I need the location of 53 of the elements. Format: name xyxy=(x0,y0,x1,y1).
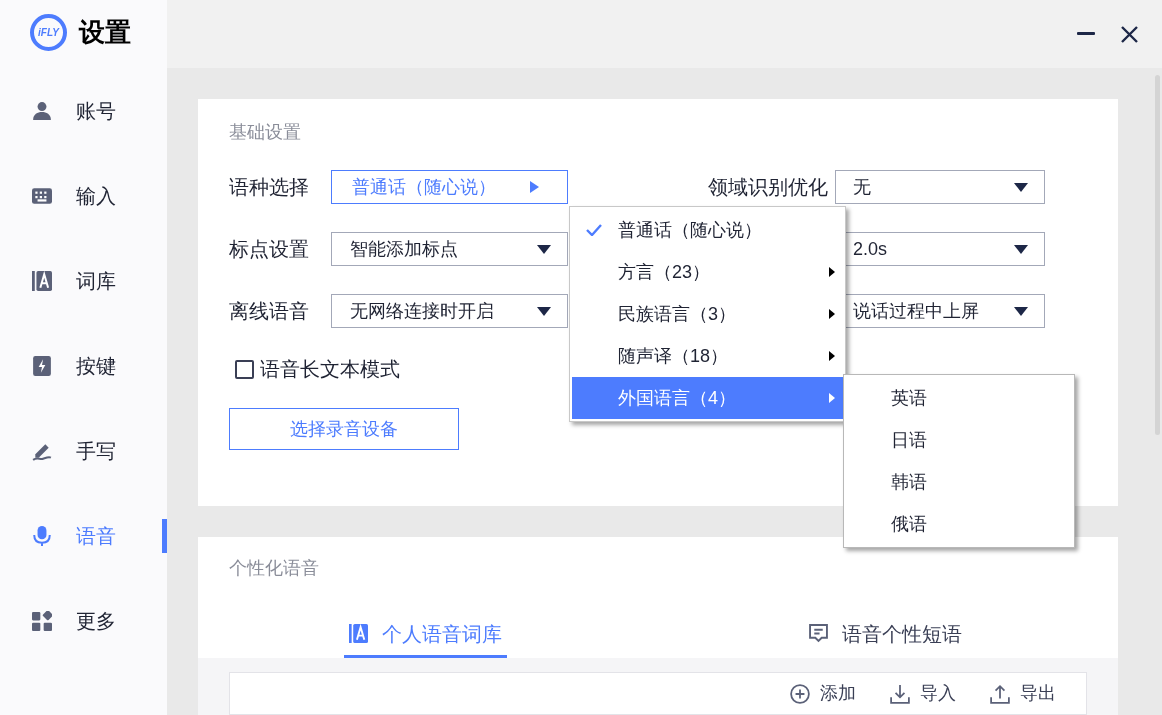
select-recording-device-button[interactable]: 选择录音设备 xyxy=(229,408,459,450)
section-title: 基础设置 xyxy=(229,121,302,144)
plus-circle-icon xyxy=(790,683,810,704)
tab[interactable]: 语音个性短语 xyxy=(804,612,967,658)
caret-down-icon xyxy=(537,244,551,254)
menu-item[interactable]: 俄语 xyxy=(844,503,1074,545)
sidebar-item[interactable]: 按键 xyxy=(0,323,167,408)
checkbox-label: 语音长文本模式 xyxy=(260,357,400,382)
sidebar-item[interactable]: 账号 xyxy=(0,68,167,153)
sidebar-item[interactable]: 更多 xyxy=(0,578,167,663)
dropdown[interactable]: 无网络连接时开启 xyxy=(331,294,568,328)
toolbar-button[interactable]: 添加 xyxy=(790,680,856,707)
sidebar-item[interactable]: 输入 xyxy=(0,153,167,238)
person-icon xyxy=(32,100,52,121)
sidebar-item[interactable]: 手写 xyxy=(0,408,167,493)
menu-item[interactable]: 韩语 xyxy=(844,461,1074,503)
setting-label: 语种选择 xyxy=(229,175,310,200)
dropdown[interactable]: 普通话（随心说） xyxy=(331,170,568,204)
sidebar-item[interactable]: 词库 xyxy=(0,238,167,323)
checkbox[interactable] xyxy=(235,359,254,379)
lightning-icon xyxy=(32,355,52,376)
caret-down-icon xyxy=(1014,306,1028,316)
microphone-icon xyxy=(32,525,52,546)
minimize-icon[interactable] xyxy=(1077,32,1095,36)
message-icon xyxy=(809,624,828,643)
caret-down-icon xyxy=(1014,182,1028,192)
caret-down-icon xyxy=(537,306,551,316)
dropdown[interactable]: 无 xyxy=(835,170,1045,204)
toolbar-button[interactable]: 导入 xyxy=(890,680,956,707)
sidebar-item[interactable]: 语音 xyxy=(0,493,167,578)
menu-item[interactable]: 英语 xyxy=(844,377,1074,419)
check-icon xyxy=(586,224,602,236)
caret-right-icon xyxy=(529,181,539,193)
menu-item[interactable]: 外国语言（4） xyxy=(572,377,843,419)
grid-icon xyxy=(32,610,52,631)
setting-label: 标点设置 xyxy=(229,237,310,262)
menu-item[interactable]: 日语 xyxy=(844,419,1074,461)
toolbar-button[interactable]: 导出 xyxy=(990,680,1056,707)
book-icon xyxy=(349,624,368,643)
selection-indicator xyxy=(162,519,167,553)
setting-label: 离线语音 xyxy=(229,299,310,324)
dropdown[interactable]: 智能添加标点 xyxy=(331,232,568,266)
caret-down-icon xyxy=(1014,244,1028,254)
close-icon[interactable] xyxy=(1121,25,1138,43)
logo-icon: iFLY xyxy=(30,13,67,51)
menu-item[interactable]: 随声译（18） xyxy=(572,335,843,377)
download-icon xyxy=(890,683,910,704)
section-title: 个性化语音 xyxy=(228,557,320,580)
upload-icon xyxy=(990,683,1010,704)
book-icon xyxy=(32,270,52,291)
setting-label: 领域识别优化 xyxy=(707,175,828,200)
keyboard-icon xyxy=(32,185,52,206)
settings-title: 设置 xyxy=(79,15,131,49)
